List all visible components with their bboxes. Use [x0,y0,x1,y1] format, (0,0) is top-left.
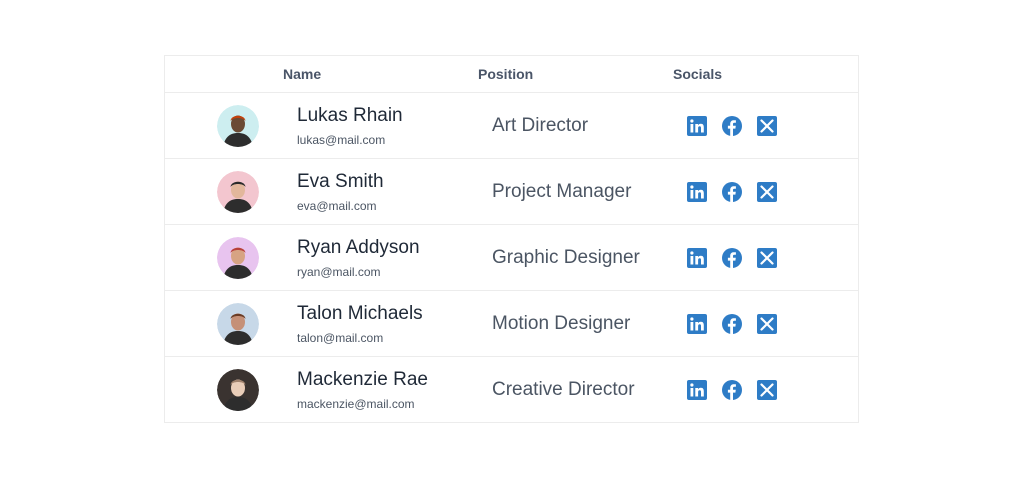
person-name: Lukas Rhain [297,104,403,126]
avatar [217,170,259,213]
name-cell: Talon Michaels talon@mail.com [297,303,492,345]
socials-cell [687,379,858,400]
person-name: Ryan Addyson [297,236,420,258]
facebook-icon[interactable] [722,313,742,334]
facebook-icon[interactable] [722,379,742,400]
name-cell: Eva Smith eva@mail.com [297,171,492,213]
name-cell: Lukas Rhain lukas@mail.com [297,105,492,147]
linkedin-icon[interactable] [687,181,707,202]
person-email: talon@mail.com [297,330,384,345]
position-text: Motion Designer [492,312,631,334]
position-text: Art Director [492,114,589,136]
table-row: Ryan Addyson ryan@mail.com Graphic Desig… [165,225,858,291]
person-name: Talon Michaels [297,302,423,324]
avatar-cell [165,104,297,147]
x-twitter-icon[interactable] [757,313,777,334]
x-twitter-icon[interactable] [757,115,777,136]
position-cell: Project Manager [492,181,687,203]
table-row: Mackenzie Rae mackenzie@mail.com Creativ… [165,357,858,422]
x-twitter-icon[interactable] [757,181,777,202]
socials-cell [687,115,858,136]
position-text: Graphic Designer [492,246,640,268]
linkedin-icon[interactable] [687,115,707,136]
linkedin-icon[interactable] [687,247,707,268]
linkedin-icon[interactable] [687,313,707,334]
position-cell: Creative Director [492,379,687,401]
facebook-icon[interactable] [722,181,742,202]
person-email: mackenzie@mail.com [297,396,415,411]
position-text: Project Manager [492,180,632,202]
table-row: Eva Smith eva@mail.com Project Manager [165,159,858,225]
person-email: lukas@mail.com [297,132,386,147]
socials-cell [687,247,858,268]
avatar [217,302,259,345]
x-twitter-icon[interactable] [757,379,777,400]
position-cell: Art Director [492,115,687,137]
avatar [217,236,259,279]
table-row: Talon Michaels talon@mail.com Motion Des… [165,291,858,357]
position-cell: Graphic Designer [492,247,687,269]
linkedin-icon[interactable] [687,379,707,400]
header-socials: Socials [673,66,723,82]
person-name: Mackenzie Rae [297,368,428,390]
name-cell: Ryan Addyson ryan@mail.com [297,237,492,279]
table-row: Lukas Rhain lukas@mail.com Art Director [165,93,858,159]
person-email: ryan@mail.com [297,264,381,279]
socials-cell [687,181,858,202]
position-text: Creative Director [492,378,635,400]
person-email: eva@mail.com [297,198,377,213]
name-cell: Mackenzie Rae mackenzie@mail.com [297,369,492,411]
person-name: Eva Smith [297,170,384,192]
header-position: Position [478,66,534,82]
avatar-cell [165,368,297,411]
header-name: Name [283,66,322,82]
avatar-cell [165,170,297,213]
socials-cell [687,313,858,334]
facebook-icon[interactable] [722,247,742,268]
table-header: Name Position Socials [165,56,858,93]
position-cell: Motion Designer [492,313,687,335]
avatar [217,104,259,147]
avatar [217,368,259,411]
x-twitter-icon[interactable] [757,247,777,268]
avatar-cell [165,236,297,279]
team-table: Name Position Socials Lukas Rhain lukas@… [164,55,859,423]
avatar-cell [165,302,297,345]
facebook-icon[interactable] [722,115,742,136]
